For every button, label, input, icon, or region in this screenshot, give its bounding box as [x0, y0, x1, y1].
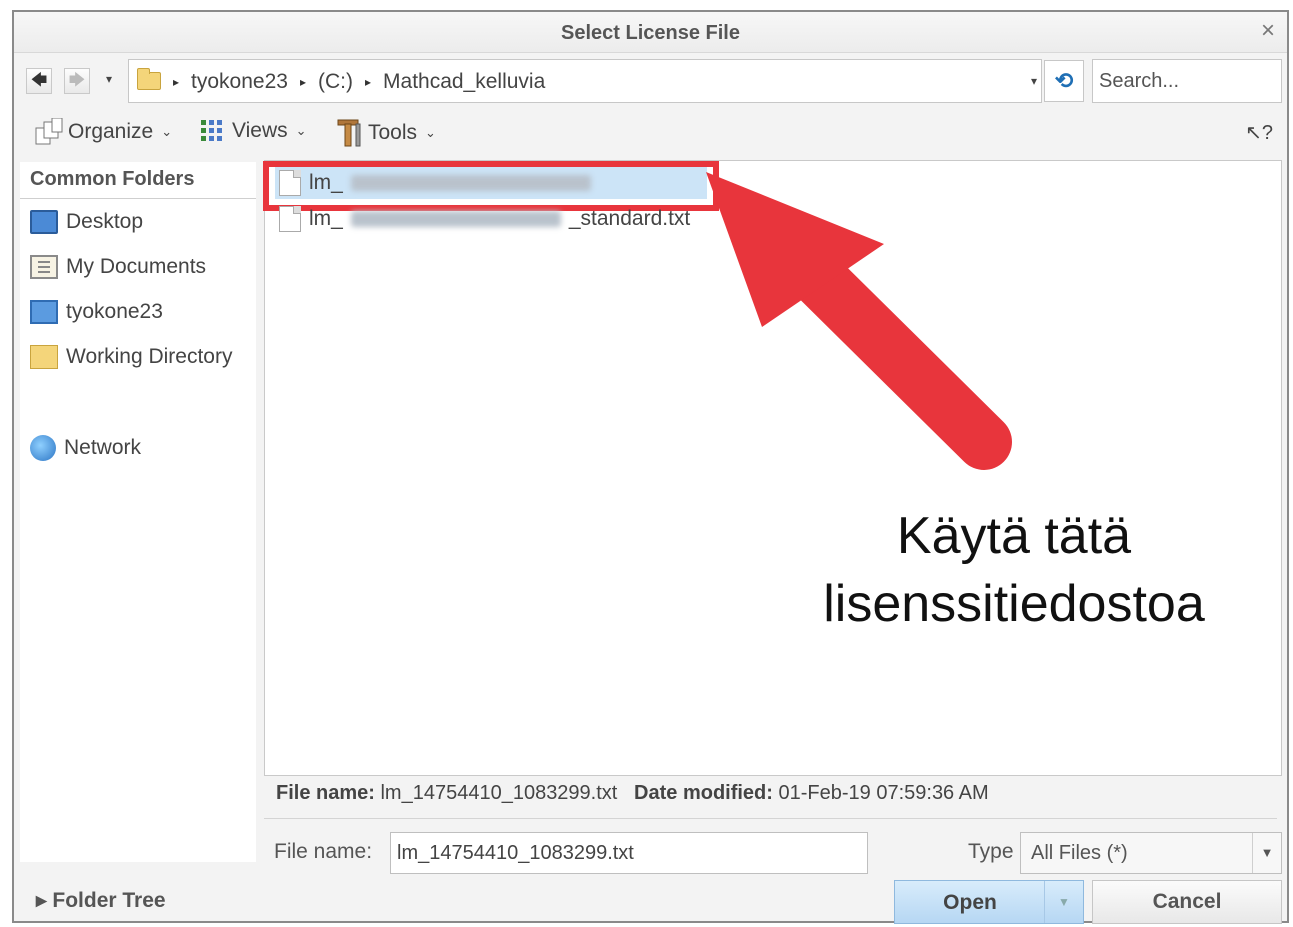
arrow-shaft — [786, 246, 1012, 470]
type-label: Type — [968, 840, 1014, 863]
info-name-label: File name: — [276, 782, 375, 804]
info-date-value: 01-Feb-19 07:59:36 AM — [778, 782, 989, 804]
annotation-line-1: Käytä tätä — [896, 507, 1132, 565]
annotation-line-2: lisenssitiedostoa — [823, 575, 1205, 633]
annotation-text: Käytä tätä lisenssitiedostoa — [754, 502, 1274, 638]
dropdown-arrow-icon[interactable]: ▼ — [1252, 833, 1281, 873]
info-name-value: lm_14754410_1083299.txt — [380, 782, 618, 804]
file-name-field[interactable] — [390, 832, 868, 874]
info-date-label: Date modified: — [634, 782, 773, 804]
file-info-bar: File name: lm_14754410_1083299.txt Date … — [276, 782, 989, 805]
select-license-dialog: Select License File × 🡄 🡆 ▾ ▸ tyokone23 … — [12, 10, 1289, 924]
type-selected-value: All Files (*) — [1031, 842, 1128, 864]
cancel-button[interactable]: Cancel — [1092, 880, 1282, 924]
type-select[interactable]: All Files (*) ▼ — [1020, 832, 1282, 874]
open-split-arrow-icon[interactable]: ▼ — [1044, 881, 1083, 923]
file-name-label: File name: — [274, 840, 373, 863]
info-divider — [264, 818, 1277, 819]
open-button[interactable]: Open ▼ — [894, 880, 1084, 924]
open-button-label: Open — [943, 891, 997, 914]
